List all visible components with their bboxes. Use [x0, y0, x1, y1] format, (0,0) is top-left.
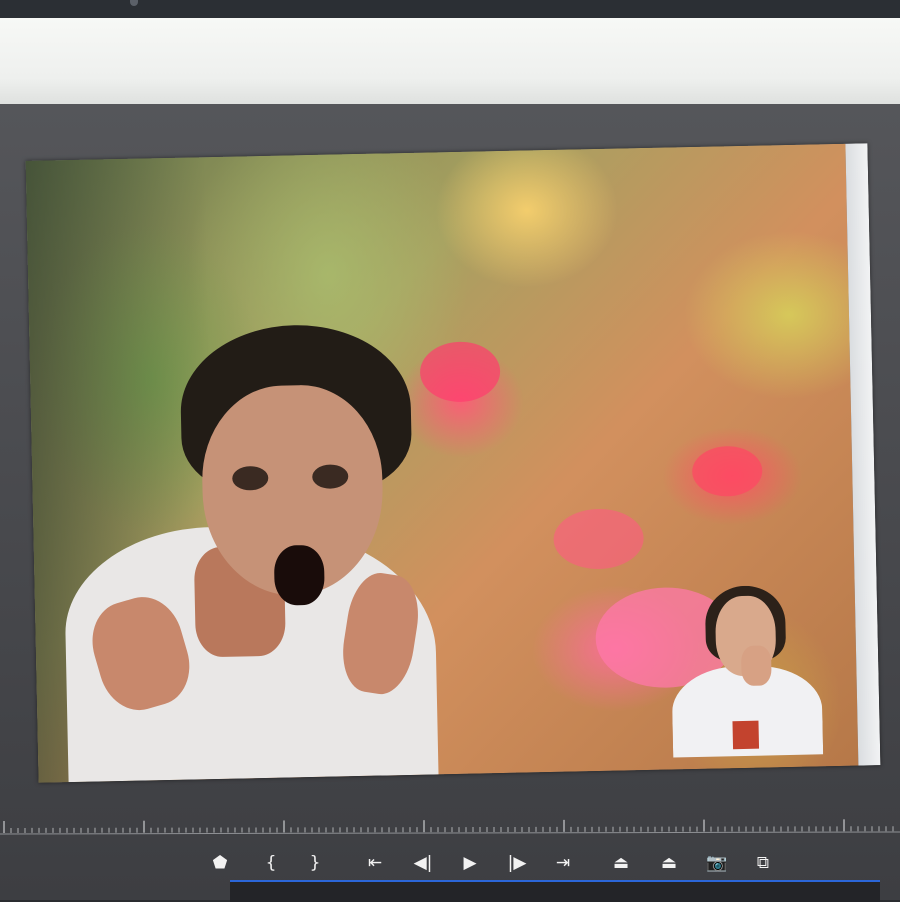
go-to-out-button[interactable]: ⇥ — [548, 848, 578, 878]
go-to-in-button[interactable]: ⇤ — [360, 848, 390, 878]
webcam-dot — [130, 0, 138, 6]
add-marker-button[interactable]: ⬟ — [205, 848, 235, 878]
timeline-scroll-bar[interactable] — [230, 880, 880, 902]
mark-out-icon: } — [309, 853, 321, 873]
ruler-ticks — [0, 819, 900, 835]
flower-shape — [419, 341, 501, 403]
flower-shape — [691, 445, 763, 497]
step-forward-button[interactable]: |▶ — [502, 848, 532, 878]
timeline-ruler[interactable] — [0, 812, 900, 840]
lift-icon: ⏏ — [612, 853, 630, 873]
export-frame-button[interactable]: 📷 — [702, 848, 732, 878]
pip-hand — [740, 645, 772, 687]
step-back-button[interactable]: ◀| — [408, 848, 438, 878]
go-to-in-icon: ⇤ — [367, 853, 383, 873]
picture-in-picture-overlay — [670, 584, 824, 758]
mark-out-button[interactable]: } — [300, 848, 330, 878]
monitor-bezel — [0, 0, 900, 18]
marker-icon: ⬟ — [212, 853, 228, 873]
extract-icon: ⏏ — [660, 853, 678, 873]
step-forward-icon: |▶ — [507, 853, 527, 873]
compare-view-button[interactable]: ⧉ — [748, 848, 778, 878]
flower-shape — [553, 508, 645, 570]
go-to-out-icon: ⇥ — [555, 853, 571, 873]
compare-view-icon: ⧉ — [756, 853, 770, 873]
mark-in-icon: { — [265, 853, 277, 873]
program-monitor-viewport[interactable] — [25, 143, 881, 783]
extract-button[interactable]: ⏏ — [654, 848, 684, 878]
camera-icon: 📷 — [706, 853, 728, 873]
lift-button[interactable]: ⏏ — [606, 848, 636, 878]
ruler-baseline — [0, 831, 900, 835]
play-button[interactable]: ▶ — [455, 848, 485, 878]
video-frame — [25, 143, 859, 783]
screaming-figure — [59, 322, 439, 783]
top-app-strip — [0, 18, 900, 104]
figure-mouth — [273, 544, 325, 606]
mark-in-button[interactable]: { — [256, 848, 286, 878]
play-icon: ▶ — [463, 853, 477, 873]
pip-shirt-print — [732, 720, 760, 750]
step-back-icon: ◀| — [413, 853, 433, 873]
